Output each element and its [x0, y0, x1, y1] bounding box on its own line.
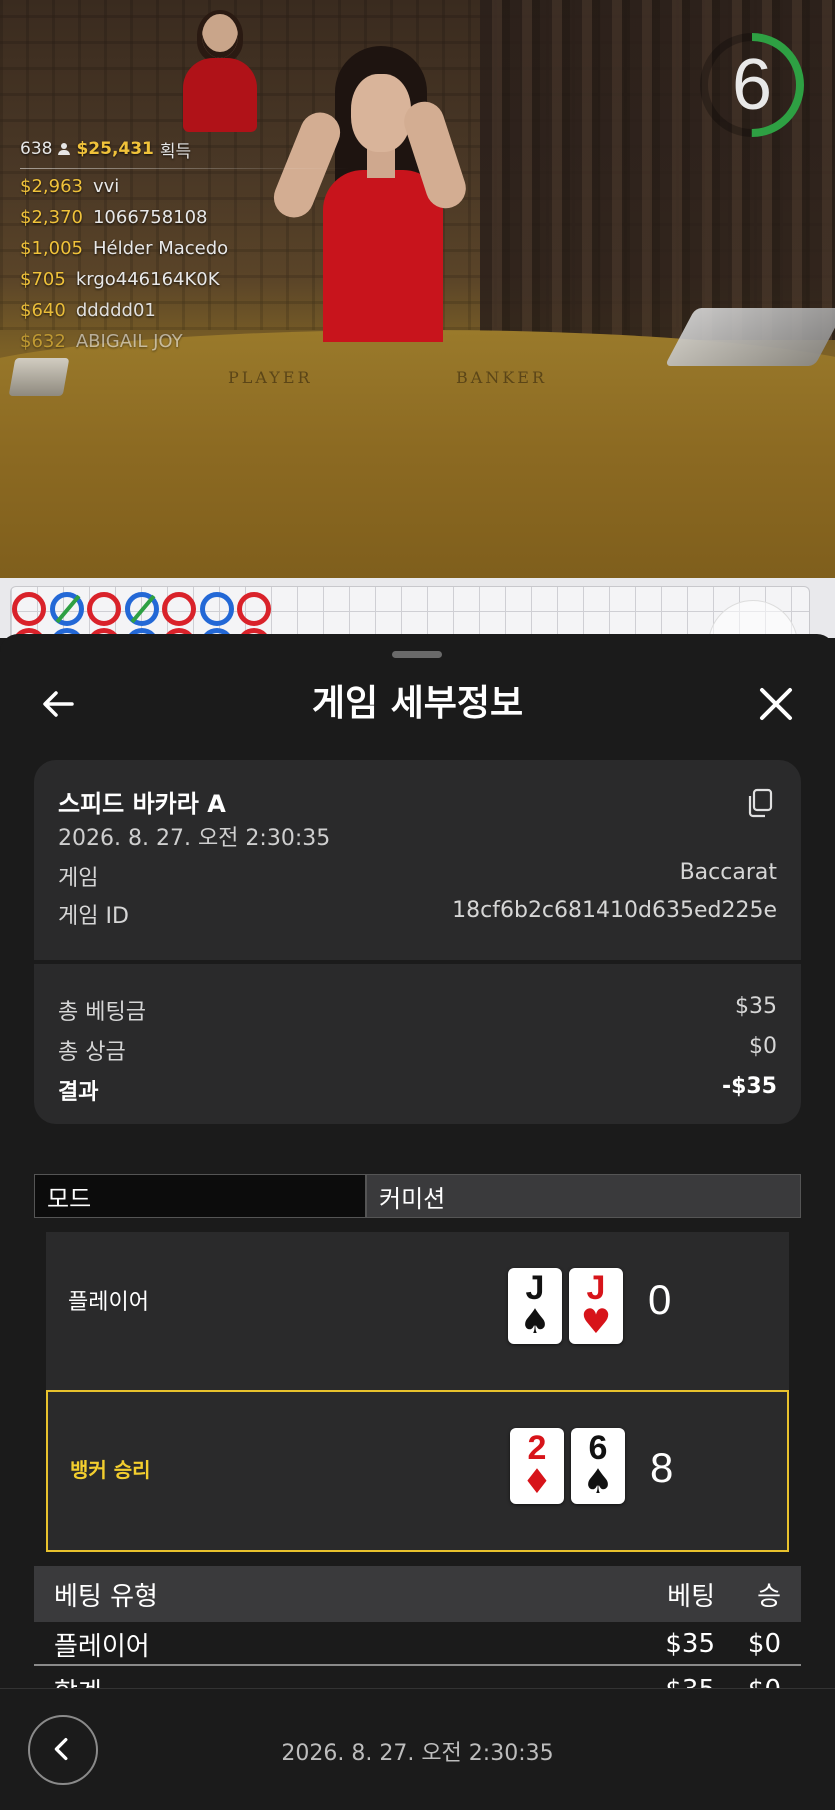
countdown-value: 6: [731, 45, 773, 125]
table-row: 플레이어 $35 $0: [34, 1622, 801, 1666]
game-value: Baccarat: [679, 860, 777, 885]
winner-name: Hélder Macedo: [92, 238, 229, 259]
game-id-row: 게임 ID 18cf6b2c681410d635ed225e: [58, 898, 777, 930]
playing-card: J ♥: [569, 1268, 623, 1344]
winner-row: $1,005 Hélder Macedo: [20, 238, 228, 264]
winner-amount: $2,963: [20, 176, 83, 197]
card-shoe: [664, 308, 835, 366]
copy-icon[interactable]: [746, 788, 774, 818]
game-summary-card: 스피드 바카라 A 2026. 8. 27. 오전 2:30:35 게임 Bac…: [34, 760, 801, 1124]
player-bead: [199, 592, 234, 626]
winner-name: vvi: [92, 176, 120, 197]
banker-hand: 뱅커 승리 2 ♦ 6 ♠ 8: [46, 1390, 789, 1552]
table-label-banker: BANKER: [456, 368, 547, 387]
playing-card: 2 ♦: [510, 1428, 564, 1504]
winner-name: krgo446164K0K: [75, 269, 220, 290]
banker-bead: [87, 592, 121, 626]
winner-name: ABIGAIL JOY: [75, 331, 183, 352]
row-bet-type: 플레이어: [54, 1631, 150, 1662]
banker-score: 8: [650, 1444, 674, 1491]
winners-suffix: 획득: [159, 141, 192, 162]
total-bet-label: 총 베팅금: [58, 1000, 146, 1025]
winners-player-count: 638: [20, 139, 53, 159]
bets-table-header: 베팅 유형 베팅 승: [34, 1566, 801, 1622]
player-score: 0: [648, 1276, 672, 1323]
card-rank: 2: [527, 1429, 547, 1467]
discard-holder: [8, 358, 70, 396]
baccarat-table: [0, 330, 835, 578]
game-datetime: 2026. 8. 27. 오전 2:30:35: [58, 826, 331, 851]
game-row: 게임 Baccarat: [58, 860, 777, 892]
result-value: -$35: [721, 1074, 777, 1099]
winner-row: $632 ABIGAIL JOY: [20, 331, 183, 357]
playing-card: J ♠: [508, 1268, 562, 1344]
tie-mark: [130, 594, 155, 624]
total-win-value: $0: [749, 1034, 777, 1059]
playing-card: 6 ♠: [571, 1428, 625, 1504]
mode-label: 모드: [34, 1174, 366, 1218]
banker-bead: [12, 592, 46, 626]
player-bead: [124, 592, 159, 626]
card-suit-icon: ♠: [582, 1462, 614, 1502]
player-bead: [49, 592, 84, 626]
sheet-grabber[interactable]: [392, 651, 442, 658]
banker-bead: [162, 592, 196, 626]
winners-divider: [20, 168, 350, 169]
card-rank: J: [586, 1269, 606, 1307]
total-bet-row: 총 베팅금 $35: [58, 994, 777, 1026]
total-win-label: 총 상금: [58, 1040, 126, 1065]
header-win: 승: [757, 1581, 781, 1612]
mode-bar: 모드 커미션: [34, 1174, 801, 1218]
person-icon: [58, 143, 71, 155]
winner-amount: $2,370: [20, 207, 83, 228]
footer-datetime: 2026. 8. 27. 오전 2:30:35: [281, 1741, 554, 1766]
result-row: 결과 -$35: [58, 1074, 777, 1106]
tie-mark: [55, 594, 80, 624]
card-rank: J: [525, 1269, 545, 1307]
winner-name: 1066758108: [92, 207, 208, 228]
player-hand: 플레이어 J ♠ J ♥ 0: [46, 1232, 789, 1390]
card-divider: [34, 960, 801, 964]
total-win-row: 총 상금 $0: [58, 1034, 777, 1066]
header-bet-type: 베팅 유형: [54, 1581, 158, 1612]
dealer: [265, 40, 505, 342]
winner-row: $2,370 1066758108: [20, 207, 208, 233]
mode-value: 커미션: [366, 1174, 801, 1218]
winner-name: ddddd01: [75, 300, 156, 321]
winner-row: $2,963 vvi: [20, 176, 119, 202]
winner-amount: $1,005: [20, 238, 83, 259]
game-id-value[interactable]: 18cf6b2c681410d635ed225e: [452, 898, 777, 930]
row-bet: $35: [665, 1629, 715, 1659]
card-suit-icon: ♠: [519, 1302, 551, 1342]
banker-hand-label: 뱅커 승리: [70, 1458, 151, 1482]
winners-summary: 638 $25,431 획득: [20, 136, 191, 162]
banker-bead: [237, 592, 271, 626]
winner-amount: $632: [20, 331, 66, 352]
close-icon[interactable]: [756, 684, 796, 724]
result-label: 결과: [58, 1080, 99, 1105]
total-bet-value: $35: [735, 994, 777, 1019]
table-label-player: PLAYER: [228, 368, 313, 387]
winner-amount: $705: [20, 269, 66, 290]
card-suit-icon: ♦: [521, 1462, 553, 1502]
winner-amount: $640: [20, 300, 66, 321]
header-bet: 베팅: [667, 1581, 715, 1612]
game-title: 스피드 바카라 A: [58, 790, 226, 818]
game-label: 게임: [58, 866, 99, 891]
player-hand-label: 플레이어: [68, 1290, 149, 1315]
card-suit-icon: ♥: [580, 1302, 612, 1342]
winner-row: $640 ddddd01: [20, 300, 156, 326]
background-dealer: [175, 10, 265, 132]
card-rank: 6: [588, 1429, 608, 1467]
winner-row: $705 krgo446164K0K: [20, 269, 220, 295]
row-win: $0: [747, 1629, 781, 1659]
winners-total: $25,431: [76, 139, 154, 159]
table-divider: [34, 1664, 801, 1666]
footer-nav: 2026. 8. 27. 오전 2:30:35: [0, 1688, 835, 1810]
game-id-label: 게임 ID: [58, 904, 129, 929]
sheet-title: 게임 세부정보: [311, 683, 524, 724]
